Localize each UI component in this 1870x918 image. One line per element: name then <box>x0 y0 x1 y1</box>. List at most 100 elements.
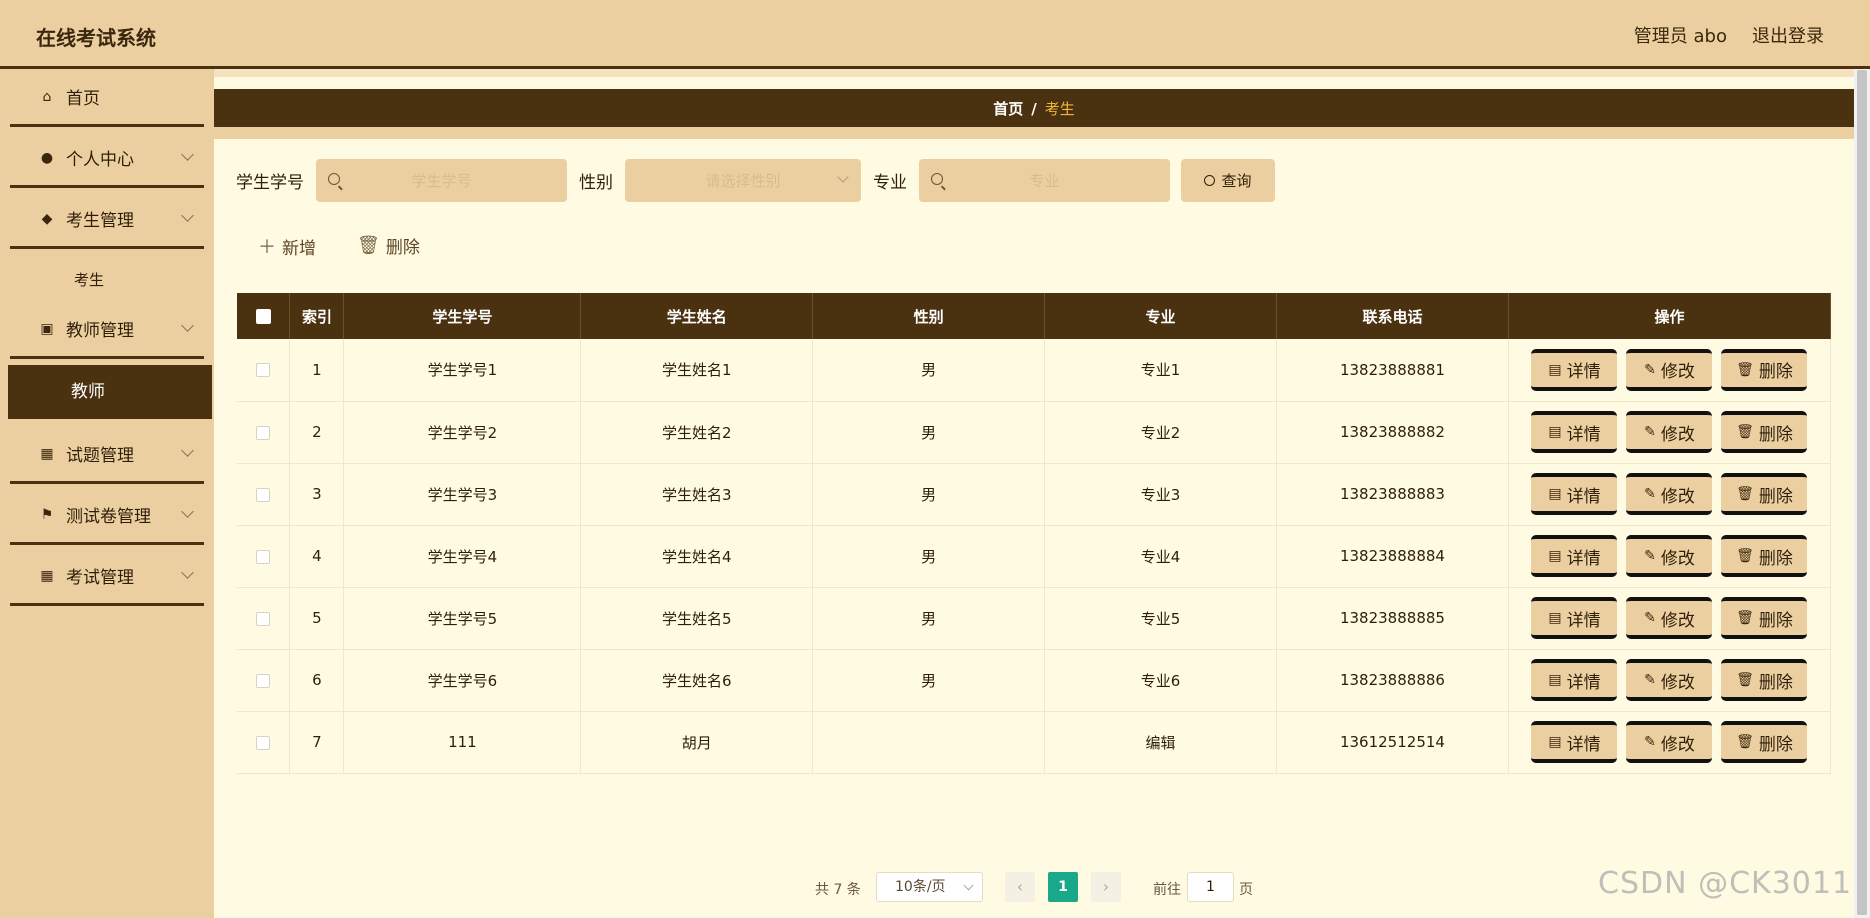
current-user[interactable]: 管理员 abo <box>1634 22 1727 48</box>
detail-button[interactable]: ▤ 详情 <box>1531 597 1618 639</box>
delete-button[interactable]: 🗑 删除 <box>1721 721 1808 763</box>
major-cell: 编辑 <box>1044 711 1277 774</box>
row-checkbox[interactable] <box>256 611 271 626</box>
major-cell: 专业6 <box>1044 649 1277 712</box>
edit-button-label: 修改 <box>1660 424 1695 445</box>
operations-cell: ▤ 详情 ✎ 修改 🗑 删除 <box>1508 711 1832 774</box>
gender-cell: 男 <box>812 401 1046 464</box>
document-icon: ▤ <box>1548 486 1562 502</box>
row-checkbox[interactable] <box>256 425 271 440</box>
breadcrumb-current: 考生 <box>1044 100 1075 118</box>
sidebar-item-teacher-management[interactable]: ▣ 教师管理 <box>10 301 204 359</box>
detail-button[interactable]: ▤ 详情 <box>1531 721 1618 763</box>
detail-button[interactable]: ▤ 详情 <box>1531 411 1618 453</box>
chevron-down-icon <box>181 319 194 332</box>
edit-button[interactable]: ✎ 修改 <box>1626 348 1713 391</box>
sidebar-item-paper-management[interactable]: ⚑ 测试卷管理 <box>10 487 204 545</box>
scrollbar-thumb[interactable] <box>1857 70 1867 915</box>
chevron-down-icon <box>181 566 194 579</box>
batch-delete-button[interactable]: 🗑 删除 <box>357 233 420 258</box>
delete-button[interactable]: 🗑 删除 <box>1721 597 1808 639</box>
sidebar-item-label: 首页 <box>66 89 100 109</box>
edit-button[interactable]: ✎ 修改 <box>1626 659 1713 701</box>
detail-button-label: 详情 <box>1566 486 1601 507</box>
page-size-select[interactable]: 10条/页 <box>876 872 983 902</box>
edit-button[interactable]: ✎ 修改 <box>1626 473 1713 515</box>
detail-button[interactable]: ▤ 详情 <box>1531 348 1618 391</box>
index-cell: 5 <box>289 587 345 650</box>
delete-button[interactable]: 🗑 删除 <box>1721 348 1808 391</box>
header-user-area: 管理员 abo 退出登录 <box>1634 22 1824 48</box>
phone-cell: 13823888885 <box>1276 587 1509 650</box>
edit-button-label: 修改 <box>1660 486 1695 507</box>
add-button-label: 新增 <box>282 238 316 259</box>
pin-icon: ◆ <box>41 210 53 227</box>
student-id-cell: 学生学号5 <box>343 587 582 650</box>
gender-cell: 男 <box>812 587 1046 650</box>
sidebar-item-exam-management[interactable]: ▦ 考试管理 <box>10 548 204 606</box>
content-top-strip <box>214 69 1854 77</box>
student-id-cell: 111 <box>343 711 582 774</box>
sidebar-item-label: 个人中心 <box>66 150 134 170</box>
detail-button[interactable]: ▤ 详情 <box>1531 535 1618 577</box>
edit-button[interactable]: ✎ 修改 <box>1626 721 1713 763</box>
sidebar-item-home[interactable]: ⌂ 首页 <box>10 69 204 127</box>
sidebar-item-question-management[interactable]: ▦ 试题管理 <box>10 426 204 484</box>
row-checkbox[interactable] <box>256 735 271 750</box>
sidebar-item-student-management[interactable]: ◆ 考生管理 <box>10 191 204 249</box>
edit-button[interactable]: ✎ 修改 <box>1626 411 1713 453</box>
edit-button-label: 修改 <box>1660 548 1695 569</box>
student-name-cell: 学生姓名1 <box>580 339 814 402</box>
breadcrumb: 首页 / 考生 <box>214 98 1854 119</box>
select-all-checkbox[interactable] <box>255 309 271 324</box>
submenu-item-teacher[interactable]: 教师 <box>8 365 212 419</box>
phone-cell: 13612512514 <box>1276 711 1509 774</box>
detail-button-label: 详情 <box>1566 672 1601 693</box>
major-input[interactable]: 专业 <box>919 159 1170 202</box>
document-icon: ▤ <box>1548 610 1562 626</box>
delete-button[interactable]: 🗑 删除 <box>1721 473 1808 515</box>
row-checkbox[interactable] <box>256 363 271 378</box>
row-select-cell <box>237 401 291 464</box>
add-button[interactable]: ＋ 新增 <box>258 233 316 259</box>
gender-select[interactable]: 请选择性别 <box>625 159 861 202</box>
edit-button-label: 修改 <box>1660 362 1695 383</box>
chevron-down-icon <box>181 209 194 222</box>
row-checkbox[interactable] <box>256 487 271 502</box>
column-header: 操作 <box>1508 293 1832 339</box>
student-id-placeholder: 学生学号 <box>411 172 472 190</box>
column-header: 学生姓名 <box>580 293 814 339</box>
prev-page-button[interactable]: ‹ <box>1005 872 1035 902</box>
breadcrumb-home[interactable]: 首页 <box>993 100 1023 118</box>
column-header: 学生学号 <box>343 293 582 339</box>
major-placeholder: 专业 <box>1029 172 1060 190</box>
student-id-label: 学生学号 <box>236 173 304 193</box>
detail-button[interactable]: ▤ 详情 <box>1531 473 1618 515</box>
edit-button[interactable]: ✎ 修改 <box>1626 535 1713 577</box>
query-button[interactable]: 查询 <box>1181 159 1275 202</box>
search-bar: 学生学号 学生学号 性别 请选择性别 专业 专业 查询 <box>236 159 1275 202</box>
row-checkbox[interactable] <box>256 549 271 564</box>
edit-button[interactable]: ✎ 修改 <box>1626 597 1713 639</box>
table-body: 1 学生学号1 学生姓名1 男专业1 13823888881 ▤ 详情 ✎ 修改 🗑 删除 2 学生学号… <box>237 339 1832 774</box>
plus-icon: ＋ <box>258 237 276 258</box>
delete-button-label: 删除 <box>1758 486 1793 507</box>
detail-button[interactable]: ▤ 详情 <box>1531 659 1618 701</box>
student-table: 索引 学生学号 学生姓名 性别 专业 联系电话 操作 1 学生学号1 学生姓名1 男专… <box>237 293 1832 774</box>
logout-link[interactable]: 退出登录 <box>1752 22 1824 48</box>
page-number-current[interactable]: 1 <box>1048 872 1078 902</box>
delete-button[interactable]: 🗑 删除 <box>1721 659 1808 701</box>
grid-icon: ▦ <box>40 567 54 584</box>
next-page-button[interactable]: › <box>1091 872 1121 902</box>
submenu-item-student[interactable]: 考生 <box>74 269 104 290</box>
row-select-cell <box>237 525 291 588</box>
delete-button[interactable]: 🗑 删除 <box>1721 411 1808 453</box>
student-id-input[interactable]: 学生学号 <box>316 159 567 202</box>
row-checkbox[interactable] <box>256 673 271 688</box>
goto-page-input[interactable]: 1 <box>1187 872 1234 902</box>
trash-icon: 🗑 <box>357 235 380 256</box>
sidebar-item-personal-center[interactable]: ● 个人中心 <box>10 130 204 188</box>
batch-delete-label: 删除 <box>385 238 420 258</box>
pencil-icon: ✎ <box>1644 610 1656 626</box>
delete-button[interactable]: 🗑 删除 <box>1721 535 1808 577</box>
